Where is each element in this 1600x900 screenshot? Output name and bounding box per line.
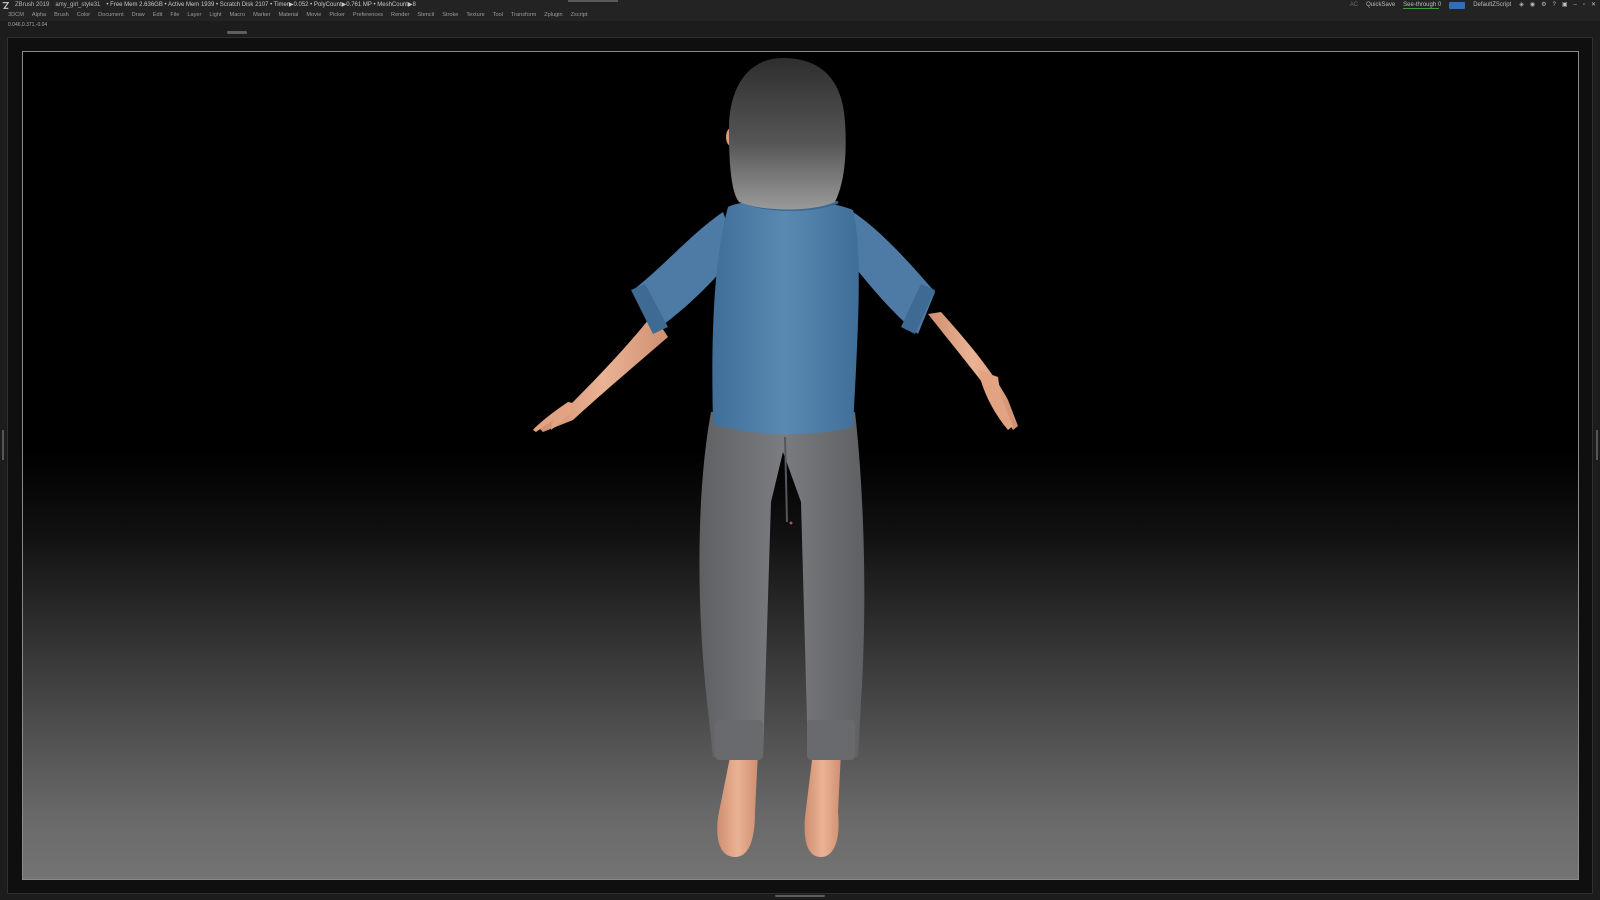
left-tray-handle[interactable] [2, 430, 4, 460]
menu-item-light[interactable]: Light [209, 10, 221, 21]
menu-item-color[interactable]: Color [77, 10, 90, 21]
hair [728, 58, 846, 210]
menu-item-preferences[interactable]: Preferences [353, 10, 383, 21]
menu-item-3dcm[interactable]: 3DCM [8, 10, 24, 21]
layout-icon[interactable]: ◈ [1519, 0, 1524, 10]
document-name: amy_girl_style31 [55, 2, 101, 8]
right-foot [804, 752, 841, 857]
menu-item-layer[interactable]: Layer [187, 10, 201, 21]
document-viewport[interactable] [22, 51, 1579, 880]
menu-item-stroke[interactable]: Stroke [442, 10, 458, 21]
menu-item-material[interactable]: Material [278, 10, 298, 21]
menu-item-stencil[interactable]: Stencil [417, 10, 434, 21]
left-pant-cuff [715, 720, 763, 760]
menus-toggle-button[interactable] [1449, 1, 1466, 9]
close-icon[interactable]: ✕ [1591, 0, 1596, 10]
ui-icons: ◈ ◉ ⚙ ? ▣ – ▫ ✕ [1519, 0, 1596, 10]
app-name: ZBrush 2019 [15, 2, 50, 8]
menu-item-brush[interactable]: Brush [54, 10, 69, 21]
menu-item-transform[interactable]: Transform [511, 10, 536, 21]
memory-stats: • Free Mem 2.636GB • Active Mem 1939 • S… [106, 2, 416, 8]
quicksave-button[interactable]: QuickSave [1366, 0, 1395, 10]
menu-item-alpha[interactable]: Alpha [32, 10, 46, 21]
zbrush-logo-icon [2, 1, 9, 9]
shelf-divider-grip[interactable] [227, 31, 247, 34]
menu-bar: 3DCM Alpha Brush Color Document Draw Edi… [0, 10, 1600, 21]
menu-item-picker[interactable]: Picker [329, 10, 345, 21]
menu-item-movie[interactable]: Movie [306, 10, 321, 21]
character-model[interactable] [23, 52, 1579, 880]
shirt [712, 199, 859, 435]
palette-icon[interactable]: ◉ [1530, 0, 1535, 10]
menu-item-macro[interactable]: Macro [230, 10, 246, 21]
menu-item-edit[interactable]: Edit [153, 10, 163, 21]
coordinate-readout: 0.046,0.371,-0.04 [8, 22, 48, 28]
see-through-slider[interactable]: See-through 0 [1403, 0, 1441, 10]
menu-item-texture[interactable]: Texture [466, 10, 484, 21]
menu-item-marker[interactable]: Marker [253, 10, 270, 21]
menu-item-render[interactable]: Render [391, 10, 409, 21]
menu-item-file[interactable]: File [170, 10, 179, 21]
default-zscript-button[interactable]: DefaultZScript [1473, 0, 1511, 10]
settings-icon[interactable]: ⚙ [1541, 0, 1546, 10]
menu-item-zplugin[interactable]: Zplugin [544, 10, 562, 21]
ac-button[interactable]: AC [1350, 0, 1358, 10]
right-tray-handle[interactable] [1596, 430, 1598, 460]
menu-item-document[interactable]: Document [98, 10, 124, 21]
pants [699, 412, 865, 757]
transpose-marker [789, 521, 793, 525]
right-pant-cuff [807, 720, 855, 760]
menu-item-draw[interactable]: Draw [132, 10, 145, 21]
restore-icon[interactable]: ▫ [1583, 0, 1585, 10]
title-bar-grip[interactable] [568, 0, 618, 2]
help-icon[interactable]: ? [1552, 0, 1555, 10]
menu-item-tool[interactable]: Tool [493, 10, 503, 21]
menu-item-zscript[interactable]: Zscript [571, 10, 588, 21]
title-bar: ZBrush 2019 amy_girl_style31 • Free Mem … [0, 0, 1600, 10]
left-foot [717, 752, 758, 857]
lock-icon[interactable]: ▣ [1562, 0, 1568, 10]
minimize-icon[interactable]: – [1573, 0, 1576, 10]
bottom-tray-grip[interactable] [775, 895, 825, 897]
